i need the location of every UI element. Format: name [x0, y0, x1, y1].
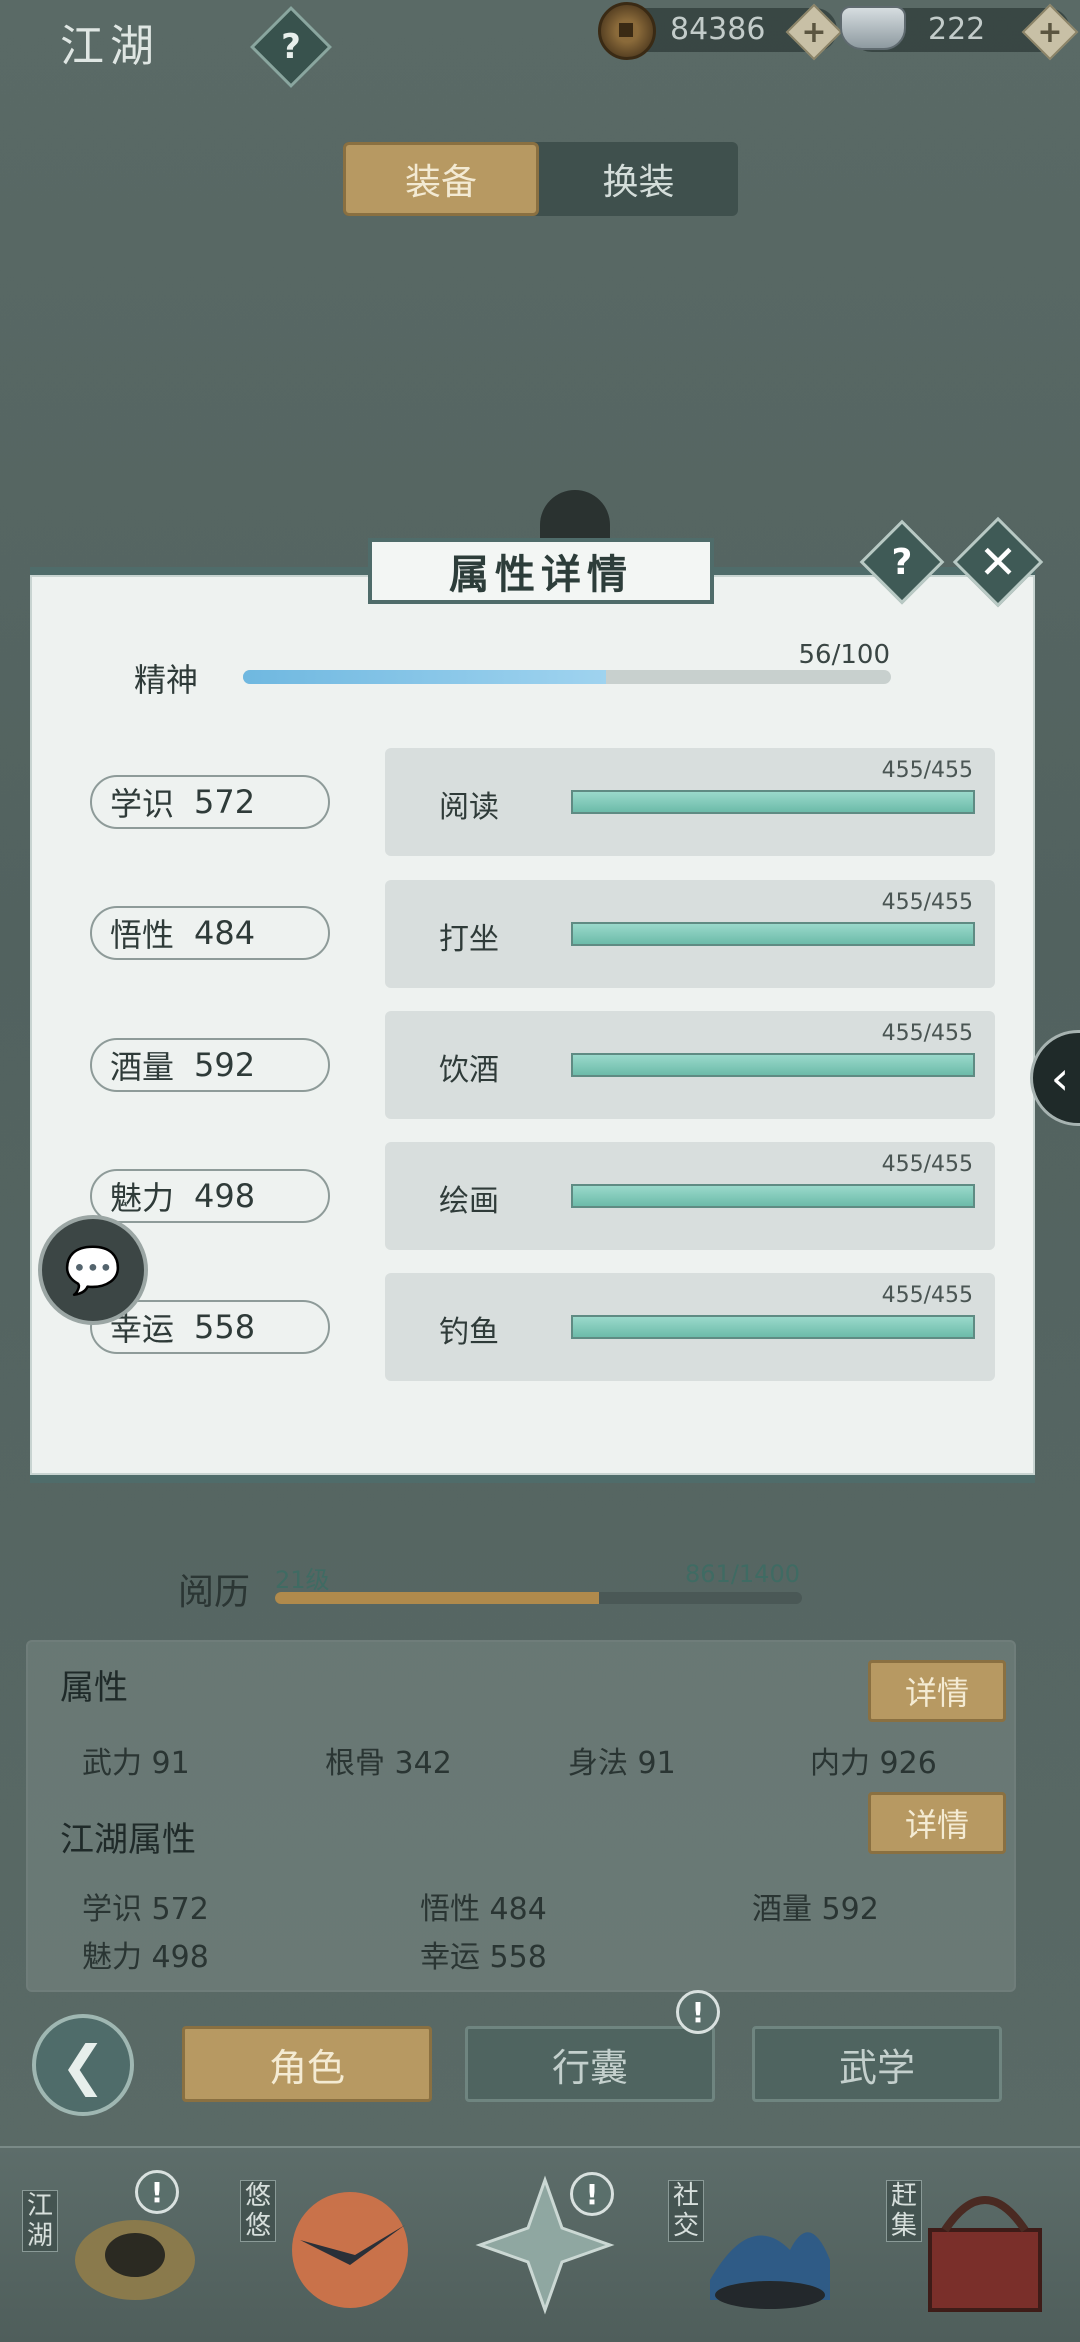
side-panel-toggle[interactable]: ‹: [1030, 1030, 1080, 1126]
skill-progress-bar: [571, 922, 975, 946]
jianghu-alert-badge: !: [135, 2170, 179, 2214]
experience-label: 阅历: [178, 1572, 251, 1613]
attr-pill: 学识 572: [90, 775, 330, 829]
spirit-progress-bar: [243, 670, 891, 684]
jianghu-detail-button[interactable]: 详情: [868, 1792, 1006, 1854]
dialog-title: 属性详情: [368, 538, 714, 604]
skill-label: 打坐: [439, 922, 499, 957]
attr-label: 学识: [110, 785, 175, 823]
experience-progress-fill: [275, 1592, 600, 1604]
wave-icon: [710, 2232, 830, 2309]
skill-value: 455/455: [881, 758, 973, 783]
skill-progress-fill: [573, 792, 973, 812]
youyou-nav-item[interactable]: [270, 2170, 420, 2320]
skill-progress-bar: [571, 1053, 975, 1077]
back-arrow-icon: ❮: [60, 2033, 106, 2097]
stat-item: 武力 91: [82, 1746, 190, 1781]
chevron-left-icon: ‹: [1050, 1051, 1070, 1105]
skill-card: 阅读 455/455: [385, 748, 995, 856]
skill-progress-bar: [571, 1315, 975, 1339]
tab-inventory[interactable]: 行囊: [465, 2026, 715, 2102]
spirit-value: 56/100: [798, 640, 890, 670]
attr-label: 酒量: [110, 1048, 175, 1086]
skill-card: 钓鱼 455/455: [385, 1273, 995, 1381]
attr-pill: 悟性 484: [90, 906, 330, 960]
skill-label: 饮酒: [439, 1053, 499, 1088]
skill-progress-fill: [573, 924, 973, 944]
stat-item: 酒量 592: [752, 1892, 879, 1927]
skill-card: 绘画 455/455: [385, 1142, 995, 1250]
back-button[interactable]: ❮: [32, 2014, 134, 2116]
skill-progress-fill: [573, 1055, 973, 1075]
attributes-detail-button[interactable]: 详情: [868, 1660, 1006, 1722]
tab-change-outfit[interactable]: 换装: [539, 142, 738, 216]
experience-value: 861/1400: [685, 1560, 800, 1588]
attr-label: 悟性: [110, 916, 175, 954]
attr-value: 592: [194, 1046, 256, 1084]
skill-progress-fill: [573, 1317, 973, 1337]
social-nav-item[interactable]: [690, 2170, 840, 2320]
skill-progress-bar: [571, 790, 975, 814]
tab-martial-arts[interactable]: 武学: [752, 2026, 1002, 2102]
skill-value: 455/455: [881, 1283, 973, 1308]
skill-value: 455/455: [881, 1152, 973, 1177]
swallow-bird-icon: [292, 2192, 408, 2308]
stat-item: 悟性 484: [420, 1892, 547, 1927]
tab-character[interactable]: 角色: [182, 2026, 432, 2102]
close-icon: ✕: [978, 535, 1018, 589]
help-button[interactable]: ?: [249, 5, 333, 89]
nav-label-market: 赶集: [886, 2180, 922, 2242]
skill-progress-bar: [571, 1184, 975, 1208]
attr-value: 498: [194, 1177, 256, 1215]
nav-label-youyou: 悠悠: [240, 2180, 276, 2242]
plus-icon: +: [801, 14, 827, 50]
attr-label: 魅力: [110, 1179, 175, 1217]
skill-label: 绘画: [439, 1184, 499, 1219]
skill-card: 饮酒 455/455: [385, 1011, 995, 1119]
stat-item: 身法 91: [568, 1746, 676, 1781]
attr-value: 558: [194, 1308, 256, 1346]
page-title: 江湖: [60, 21, 160, 72]
coin-amount: 84386: [670, 12, 766, 47]
skill-value: 455/455: [881, 1021, 973, 1046]
question-icon: ?: [891, 541, 913, 583]
experience-progress-bar: [275, 1592, 802, 1604]
attributes-title: 属性: [60, 1668, 128, 1708]
skill-value: 455/455: [881, 890, 973, 915]
stat-item: 幸运 558: [420, 1940, 547, 1975]
market-nav-item[interactable]: [910, 2170, 1060, 2320]
experience-level: 21级: [275, 1566, 330, 1594]
center-alert-badge: !: [570, 2172, 614, 2216]
stat-item: 根骨 342: [325, 1746, 452, 1781]
plus-icon: +: [1037, 14, 1063, 50]
chat-button[interactable]: 💬: [38, 1215, 148, 1325]
skill-progress-fill: [573, 1186, 973, 1206]
silver-ingot-icon: [840, 6, 906, 50]
stat-item: 魅力 498: [82, 1940, 209, 1975]
copper-coin-icon: [598, 2, 656, 60]
spirit-label: 精神: [134, 661, 199, 699]
silver-amount: 222: [928, 12, 986, 47]
spirit-progress-fill: [243, 670, 606, 684]
jianghu-attributes-title: 江湖属性: [60, 1820, 196, 1860]
nav-label-social: 社交: [668, 2180, 704, 2242]
inventory-alert-badge: !: [676, 1990, 720, 2034]
basket-icon: [928, 2196, 1042, 2312]
attr-pill: 酒量 592: [90, 1038, 330, 1092]
skill-label: 钓鱼: [439, 1315, 499, 1350]
skill-card: 打坐 455/455: [385, 880, 995, 988]
nav-label-jianghu: 江湖: [22, 2190, 58, 2252]
stat-item: 内力 926: [810, 1746, 937, 1781]
attr-value: 572: [194, 783, 256, 821]
stat-item: 学识 572: [82, 1892, 209, 1927]
question-icon: ?: [281, 27, 301, 67]
attr-value: 484: [194, 914, 256, 952]
skill-label: 阅读: [439, 790, 499, 825]
attr-pill: 魅力 498: [90, 1169, 330, 1223]
chat-icon: 💬: [64, 1242, 122, 1297]
tab-equip[interactable]: 装备: [343, 142, 539, 216]
